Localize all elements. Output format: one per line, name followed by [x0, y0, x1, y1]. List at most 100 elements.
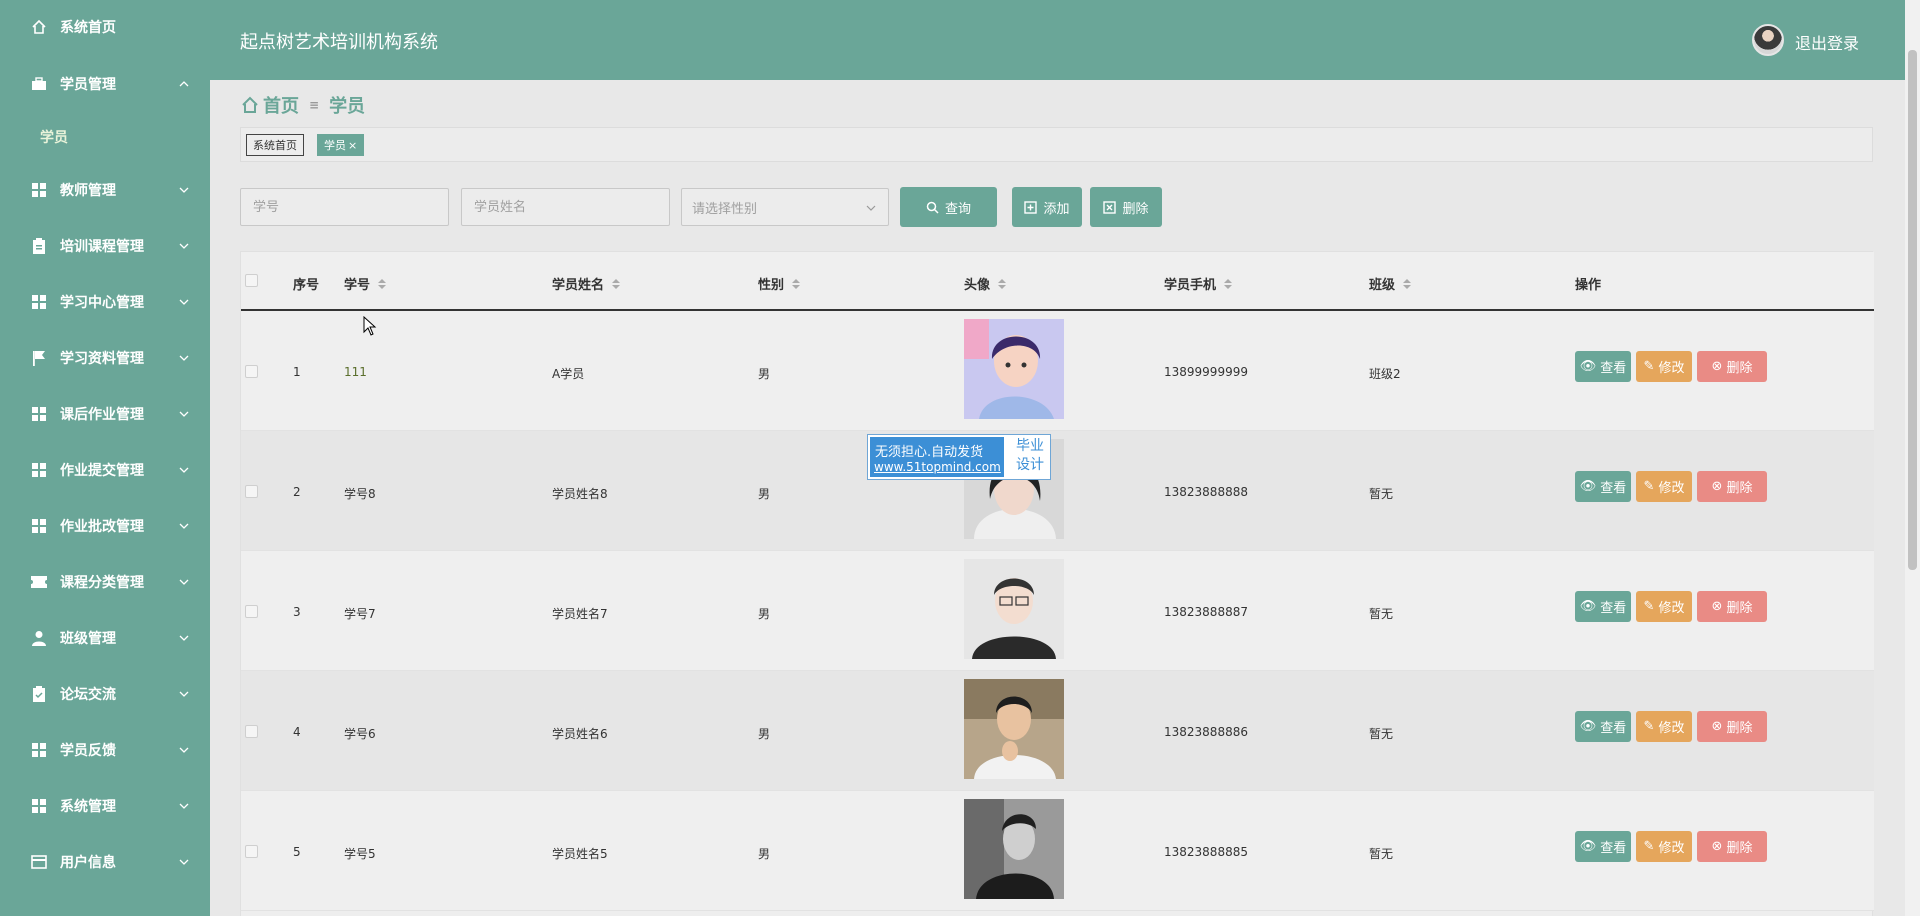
cell-phone: 13823888886: [1164, 725, 1248, 739]
sidebar-item-home[interactable]: 系统首页: [0, 7, 210, 47]
student-name-input[interactable]: [461, 188, 670, 226]
view-button[interactable]: 👁 查看: [1575, 471, 1631, 502]
edit-button[interactable]: ✎ 修改: [1636, 831, 1692, 862]
cell-class: 暂无: [1369, 487, 1394, 501]
delete-button[interactable]: ⊗ 删除: [1697, 831, 1767, 862]
tags-bar: 系统首页 学员 ×: [240, 127, 1873, 162]
view-label: 查看: [1600, 601, 1627, 616]
column-student-id[interactable]: 学号: [344, 274, 387, 293]
sidebar-item-submissions[interactable]: 作业提交管理: [0, 450, 210, 490]
chevron-up-icon: [179, 81, 189, 87]
view-button[interactable]: 👁 查看: [1575, 591, 1631, 622]
sidebar-item-course-category[interactable]: 课程分类管理: [0, 562, 210, 602]
sidebar-item-feedback[interactable]: 学员反馈: [0, 730, 210, 770]
bulk-delete-button[interactable]: 删除: [1090, 187, 1162, 227]
logout-button[interactable]: 退出登录: [1795, 30, 1859, 54]
add-button[interactable]: 添加: [1012, 187, 1082, 227]
sidebar-item-user-info[interactable]: 用户信息: [0, 842, 210, 882]
card-icon: [31, 854, 47, 870]
column-class[interactable]: 班级: [1369, 274, 1412, 293]
cell-student-id: 学号6: [344, 727, 376, 741]
sort-icon[interactable]: [1403, 278, 1412, 289]
student-id-input[interactable]: [240, 188, 449, 226]
sidebar-item-class-management[interactable]: 班级管理: [0, 618, 210, 658]
table-row: 4 学号6 学员姓名6 男 13823888886 暂无 👁 查看 ✎ 修改 ⊗ 删除: [241, 671, 1874, 791]
sidebar-item-label: 培训课程管理: [60, 239, 144, 255]
cell-phone: 13899999999: [1164, 365, 1248, 379]
vertical-scrollbar[interactable]: [1905, 0, 1920, 916]
breadcrumb-home[interactable]: 首页: [263, 92, 299, 118]
sidebar-item-materials[interactable]: 学习资料管理: [0, 338, 210, 378]
cell-class: 暂无: [1369, 727, 1394, 741]
sidebar-item-learning-center[interactable]: 学习中心管理: [0, 282, 210, 322]
delete-button[interactable]: ⊗ 删除: [1697, 591, 1767, 622]
row-checkbox[interactable]: [245, 725, 258, 738]
sort-icon[interactable]: [612, 278, 621, 289]
column-phone[interactable]: 学员手机: [1164, 274, 1233, 293]
mouse-cursor-icon: [363, 316, 377, 336]
cell-student-name: 学员姓名7: [552, 607, 608, 621]
row-checkbox[interactable]: [245, 605, 258, 618]
view-button[interactable]: 👁 查看: [1575, 351, 1631, 382]
column-student-name[interactable]: 学员姓名: [552, 274, 621, 293]
sort-icon[interactable]: [792, 278, 801, 289]
tag-students[interactable]: 学员 ×: [317, 134, 365, 156]
sidebar-item-system[interactable]: 系统管理: [0, 786, 210, 826]
student-avatar-photo: [964, 559, 1064, 659]
gender-select[interactable]: 请选择性别: [681, 188, 889, 226]
scrollbar-thumb[interactable]: [1908, 50, 1917, 570]
edit-button[interactable]: ✎ 修改: [1636, 591, 1692, 622]
home-icon: [242, 96, 258, 113]
column-avatar[interactable]: 头像: [964, 274, 1007, 293]
sidebar-item-forum[interactable]: 论坛交流: [0, 674, 210, 714]
sidebar-item-label: 论坛交流: [60, 687, 116, 703]
sidebar-item-grading[interactable]: 作业批改管理: [0, 506, 210, 546]
sidebar-subitem-students[interactable]: 学员: [0, 117, 210, 157]
app-title: 起点树艺术培训机构系统: [240, 32, 438, 53]
query-label: 查询: [944, 201, 971, 217]
edit-button[interactable]: ✎ 修改: [1636, 711, 1692, 742]
breadcrumb-current: 学员: [329, 96, 366, 117]
sort-icon[interactable]: [998, 278, 1007, 289]
table-row: 1 111 A学员 男 13899999999 班级2 👁 查看 ✎ 修改 ⊗ 删除: [241, 311, 1874, 431]
column-gender[interactable]: 性别: [758, 274, 801, 293]
grid-icon: [31, 462, 47, 478]
sidebar-item-teacher-management[interactable]: 教师管理: [0, 170, 210, 210]
close-icon[interactable]: ×: [348, 139, 357, 152]
table-header: 序号 学号 学员姓名 性别 头像 学员手机 班级 操作: [241, 252, 1874, 311]
sidebar-item-label: 作业批改管理: [60, 519, 144, 535]
row-checkbox[interactable]: [245, 365, 258, 378]
delete-button[interactable]: ⊗ 删除: [1697, 711, 1767, 742]
close-circle-icon: ⊗: [1711, 359, 1723, 374]
query-button[interactable]: 查询: [900, 187, 997, 227]
eye-icon: 👁: [1579, 359, 1597, 374]
view-button[interactable]: 👁 查看: [1575, 711, 1631, 742]
sidebar-item-homework[interactable]: 课后作业管理: [0, 394, 210, 434]
table-row: 2 学号8 学员姓名8 男 13823888888 暂无 👁 查看 ✎ 修改 ⊗ 删除: [241, 431, 1874, 551]
tag-home[interactable]: 系统首页: [246, 134, 304, 156]
sidebar-item-student-management[interactable]: 学员管理: [0, 64, 210, 104]
sort-icon[interactable]: [378, 278, 387, 289]
select-all-checkbox[interactable]: [245, 274, 258, 287]
delete-label: 删除: [1726, 481, 1753, 496]
avatar[interactable]: [1752, 24, 1784, 56]
view-button[interactable]: 👁 查看: [1575, 831, 1631, 862]
cell-gender: 男: [758, 367, 771, 381]
sidebar-item-label: 作业提交管理: [60, 463, 144, 479]
edit-button[interactable]: ✎ 修改: [1636, 471, 1692, 502]
cell-student-name: A学员: [552, 367, 585, 381]
cell-class: 暂无: [1369, 607, 1394, 621]
sidebar-item-course-management[interactable]: 培训课程管理: [0, 226, 210, 266]
sort-icon[interactable]: [1224, 278, 1233, 289]
row-checkbox[interactable]: [245, 485, 258, 498]
edit-label: 修改: [1658, 601, 1685, 616]
row-checkbox[interactable]: [245, 845, 258, 858]
cell-index: 5: [293, 845, 301, 859]
tag-label: 学员: [324, 139, 346, 152]
student-avatar-photo: [964, 319, 1064, 419]
delete-button[interactable]: ⊗ 删除: [1697, 471, 1767, 502]
edit-button[interactable]: ✎ 修改: [1636, 351, 1692, 382]
delete-button[interactable]: ⊗ 删除: [1697, 351, 1767, 382]
sidebar-item-label: 教师管理: [60, 183, 116, 199]
edit-icon: ✎: [1643, 839, 1655, 854]
